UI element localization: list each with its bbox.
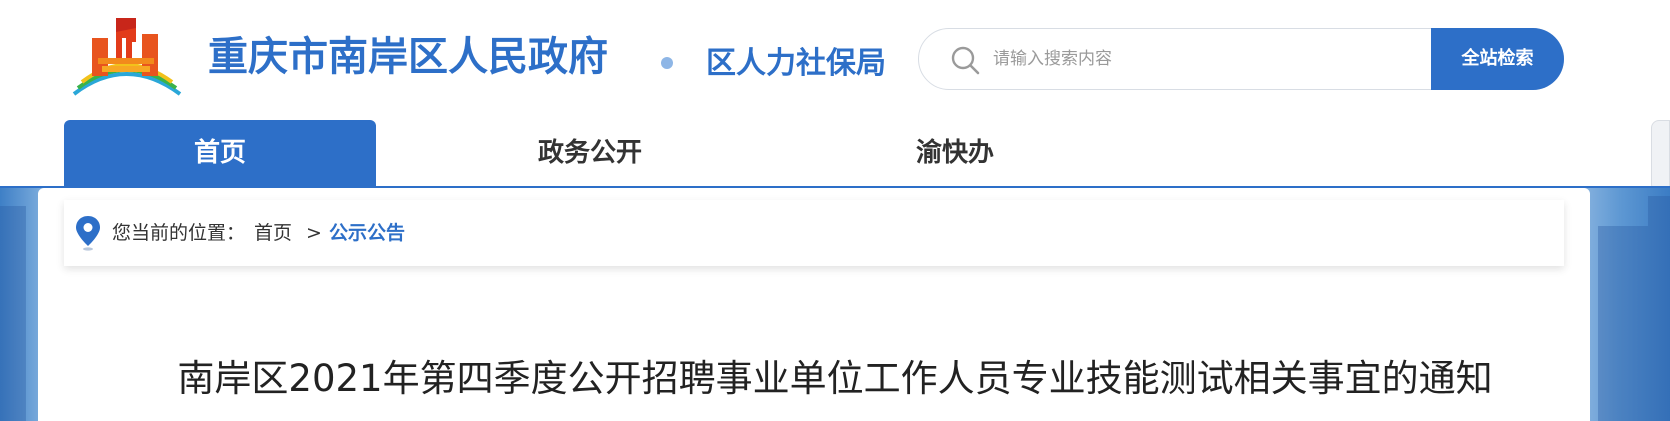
breadcrumb: 您当前的位置： 首页 > 公示公告 bbox=[64, 200, 1564, 266]
breadcrumb-current[interactable]: 公示公告 bbox=[329, 221, 405, 245]
nav-government-affairs[interactable]: 政务公开 bbox=[470, 120, 710, 186]
side-scroll-handle[interactable] bbox=[1651, 120, 1670, 192]
search-icon bbox=[951, 46, 980, 75]
nav-home[interactable]: 首页 bbox=[64, 120, 376, 186]
department-name[interactable]: 区人力社保局 bbox=[706, 44, 886, 84]
breadcrumb-home-link[interactable]: 首页 bbox=[254, 221, 292, 245]
search-input[interactable] bbox=[993, 41, 1343, 77]
main-nav: 首页 政务公开 渝快办 bbox=[0, 120, 1670, 186]
location-pin-icon bbox=[76, 216, 100, 251]
breadcrumb-prefix: 您当前的位置： bbox=[112, 222, 246, 244]
title-separator-dot bbox=[661, 57, 673, 69]
site-title[interactable]: 重庆市南岸区人民政府 bbox=[208, 32, 608, 82]
article-title: 南岸区2021年第四季度公开招聘事业单位工作人员专业技能测试相关事宜的通知 bbox=[177, 357, 1493, 400]
nav-yukuaiban[interactable]: 渝快办 bbox=[850, 120, 1060, 186]
search-button[interactable]: 全站检索 bbox=[1431, 28, 1564, 90]
government-logo[interactable] bbox=[70, 14, 182, 100]
breadcrumb-separator: > bbox=[306, 222, 322, 244]
